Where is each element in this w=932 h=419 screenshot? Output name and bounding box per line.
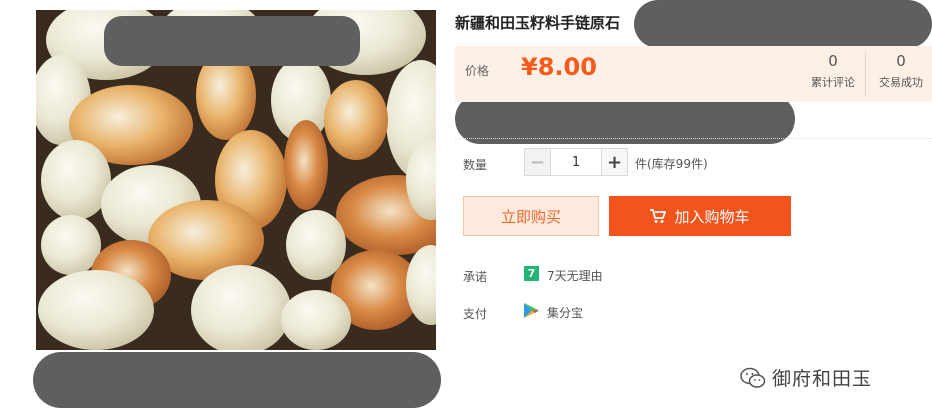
add-to-cart-label: 加入购物车 (674, 208, 750, 226)
stat-divider (865, 52, 866, 96)
reviews-label: 累计评论 (811, 76, 855, 89)
wechat-icon (740, 367, 766, 388)
stock-text: 件(库存99件) (635, 157, 708, 171)
reviews-count: 0 (828, 52, 838, 70)
price-label: 价格 (465, 64, 490, 78)
deals-label: 交易成功 (879, 76, 923, 89)
cart-icon (650, 208, 667, 223)
payment-label: 支付 (463, 307, 488, 321)
watermark-text: 御府和田玉 (772, 368, 873, 390)
redacted-thumbnail-strip (33, 352, 441, 408)
promise-text[interactable]: 7天无理由 (547, 267, 603, 284)
price-panel: 价格 ¥8.00 0 累计评论 0 交易成功 (455, 46, 932, 102)
seven-day-icon: 7 (524, 266, 539, 281)
reviews-stat[interactable]: 0 累计评论 (805, 52, 861, 90)
deals-count: 0 (896, 52, 906, 70)
product-title: 新疆和田玉籽料手链原石 (455, 14, 621, 32)
jifenbao-icon (524, 303, 539, 318)
promise-label: 承诺 (463, 270, 488, 284)
watermark: 御府和田玉 (740, 364, 872, 391)
buy-now-button[interactable]: 立即购买 (463, 196, 599, 236)
quantity-increase-button[interactable]: + (601, 149, 627, 175)
deals-stat[interactable]: 0 交易成功 (871, 52, 931, 90)
quantity-input[interactable] (551, 149, 601, 175)
quantity-label: 数量 (463, 158, 488, 172)
quantity-stepper: − + (524, 148, 628, 176)
redacted-title-suffix (634, 0, 932, 48)
payment-method-text[interactable]: 集分宝 (547, 304, 583, 321)
redacted-image-overlay (104, 16, 360, 66)
quantity-decrease-button[interactable]: − (525, 149, 551, 175)
add-to-cart-button[interactable]: 加入购物车 (609, 196, 791, 236)
price-value: ¥8.00 (521, 53, 597, 81)
divider (455, 138, 932, 139)
